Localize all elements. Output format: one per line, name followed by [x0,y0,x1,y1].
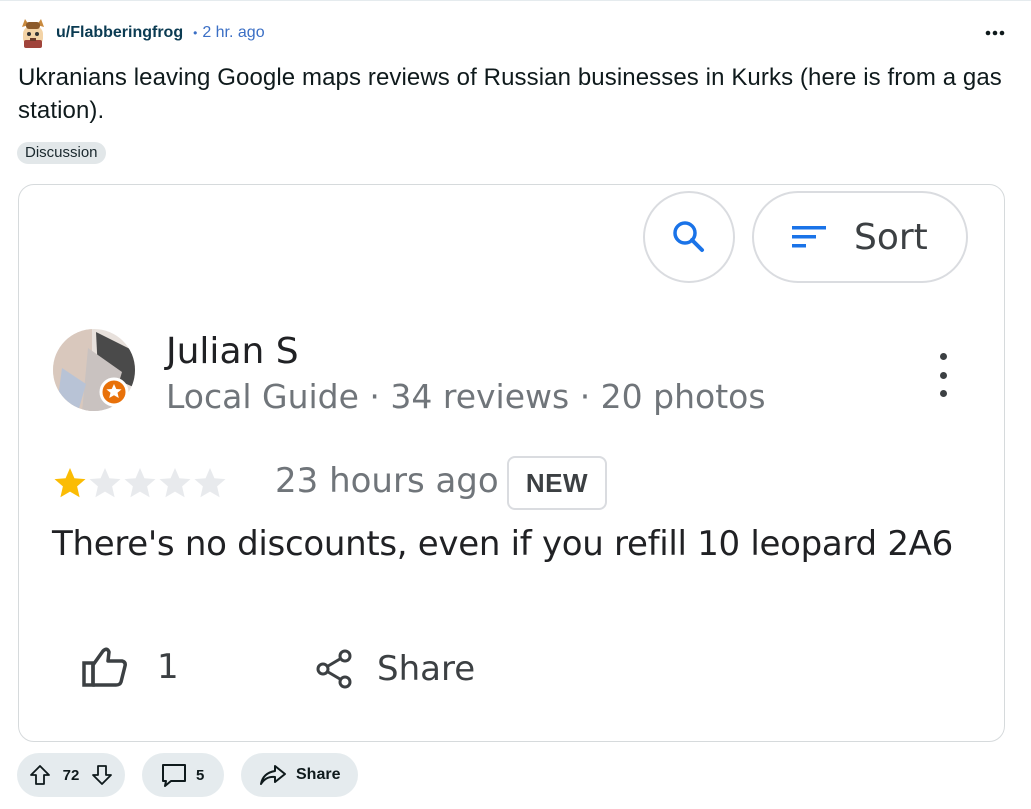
share-arrow-icon [260,765,286,785]
reviewer-avatar [53,329,135,411]
post-action-bar: 72 5 Share [17,753,358,797]
star-empty-icon [89,468,121,498]
share-button[interactable]: Share [241,753,358,797]
post-flair[interactable]: Discussion [17,142,106,164]
vote-control: 72 [17,753,125,797]
star-empty-icon [159,468,191,498]
comment-bubble-icon [162,764,186,787]
post-header: u/Flabberingfrog • 2 hr. ago [18,15,265,51]
downvote-button[interactable] [89,762,115,788]
review-share-button: Share [315,649,475,689]
star-filled-icon [54,468,86,498]
like-count: 1 [157,647,179,687]
star-empty-icon [194,468,226,498]
ellipsis-icon [985,30,1005,36]
new-badge: NEW [507,456,607,510]
review-search-button [643,191,735,283]
post-title[interactable]: Ukranians leaving Google maps reviews of… [18,61,1008,127]
share-nodes-icon [316,649,352,689]
review-time: 23 hours ago [275,461,499,501]
post-author-link[interactable]: u/Flabberingfrog [56,24,183,42]
cartoon-avatar-icon[interactable] [18,16,48,50]
share-label: Share [296,766,341,783]
downvote-arrow-icon [92,765,112,785]
post-card: u/Flabberingfrog • 2 hr. ago Ukranians l… [0,0,1031,809]
comment-count: 5 [196,766,205,784]
review-like-button: 1 [81,645,179,689]
search-icon [673,221,704,252]
upvote-arrow-icon [30,765,50,785]
review-sort-button: Sort [752,191,968,283]
reviewer-meta: Local Guide · 34 reviews · 20 photos [166,377,766,416]
post-image[interactable]: Sort Julian S Local Guide · 34 reviews ·… [18,184,1005,742]
star-rating [53,466,227,500]
upvote-button[interactable] [27,762,53,788]
vote-count: 72 [62,766,80,784]
post-timestamp: 2 hr. ago [202,24,265,41]
comments-button[interactable]: 5 [142,753,224,797]
star-empty-icon [124,468,156,498]
review-kebab-icon [931,353,955,397]
review-share-label: Share [377,649,476,689]
thumbs-up-icon [82,647,127,687]
more-options-button[interactable] [981,21,1009,45]
sort-label: Sort [854,216,928,258]
reviewer-name: Julian S [166,331,299,372]
review-text: There's no discounts, even if you refill… [52,524,953,564]
meta-separator: • [193,26,198,40]
sort-icon [792,226,826,248]
